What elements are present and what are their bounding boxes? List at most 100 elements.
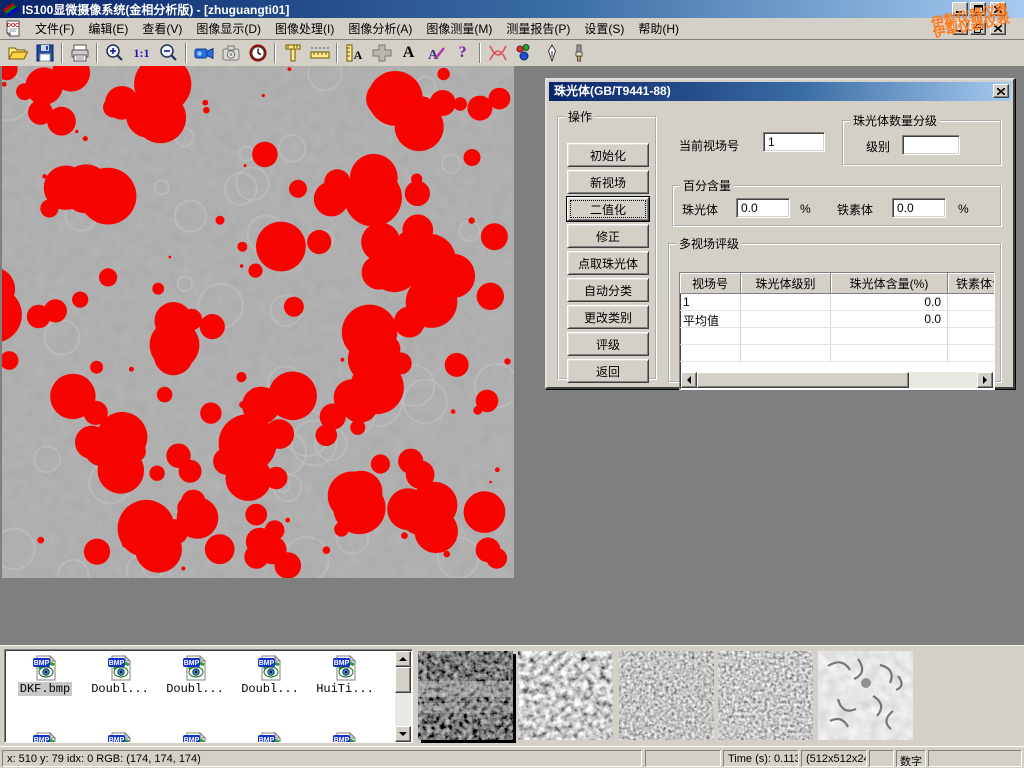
open-icon[interactable] — [4, 42, 31, 65]
thumbnail-2[interactable] — [518, 651, 613, 740]
bmp-file-icon — [32, 653, 58, 681]
toolbar-separator — [336, 43, 338, 63]
file-item[interactable]: Doubl... — [159, 653, 231, 696]
file-name[interactable]: DKF.bmp — [18, 682, 72, 696]
menu-help[interactable]: 帮助(H) — [631, 18, 686, 39]
scrollbar-thumb[interactable] — [395, 667, 411, 693]
menu-image-processing[interactable]: 图像处理(I) — [268, 18, 341, 39]
resolution-status: (512x512x24) — [801, 750, 867, 767]
initialize-button[interactable]: 初始化 — [567, 143, 649, 167]
thumbnail-5[interactable] — [818, 651, 913, 740]
menu-edit[interactable]: 编辑(E) — [81, 18, 135, 39]
ferrite-percent-input[interactable]: 0.0 — [892, 198, 946, 218]
print-icon[interactable] — [66, 42, 93, 65]
window-title: IS100显微摄像系统(金相分析版) - [zhuguangti01] — [22, 1, 289, 18]
file-browser[interactable]: DKF.bmp Doubl... Doubl... Doubl... HuiTi… — [4, 649, 413, 743]
file-item[interactable] — [159, 730, 231, 743]
timer-icon[interactable] — [244, 42, 271, 65]
bmp-file-icon — [332, 730, 358, 743]
file-item[interactable]: DKF.bmp — [9, 653, 81, 696]
correct-button[interactable]: 修正 — [567, 224, 649, 248]
scroll-left-button[interactable] — [681, 372, 697, 388]
pick-pearlite-button[interactable]: 点取珠光体 — [567, 251, 649, 275]
grade-button[interactable]: 评级 — [567, 332, 649, 356]
caliper-icon[interactable] — [279, 42, 306, 65]
file-item[interactable] — [234, 730, 306, 743]
actual-size-button[interactable]: 1:1 — [128, 42, 155, 65]
dialog-close-button[interactable] — [993, 84, 1009, 98]
file-item[interactable] — [9, 730, 81, 743]
text-icon[interactable]: A — [395, 42, 422, 65]
mdi-close-button[interactable] — [990, 22, 1006, 35]
operations-group: 操作 初始化 新视场 二值化 修正 点取珠光体 自动分类 更改类别 评级 返回 — [557, 108, 657, 380]
table-row[interactable]: 平均值 0.0 — [680, 311, 994, 328]
save-icon[interactable] — [31, 42, 58, 65]
menu-settings[interactable]: 设置(S) — [577, 18, 631, 39]
ruler-icon[interactable] — [306, 42, 333, 65]
menu-image-measure[interactable]: 图像测量(M) — [419, 18, 499, 39]
move-cross-icon[interactable] — [368, 42, 395, 65]
scrollbar-thumb[interactable] — [697, 372, 909, 388]
annotate-icon[interactable]: A — [422, 42, 449, 65]
menu-measure-report[interactable]: 测量报告(P) — [499, 18, 577, 39]
pen-icon[interactable] — [538, 42, 565, 65]
metallograph-image[interactable] — [2, 66, 514, 578]
change-class-button[interactable]: 更改类别 — [567, 305, 649, 329]
file-name[interactable]: Doubl... — [164, 682, 226, 696]
mdi-restore-button[interactable] — [970, 22, 986, 35]
video-camera-icon[interactable] — [190, 42, 217, 65]
file-item[interactable] — [309, 730, 381, 743]
camera-icon[interactable] — [217, 42, 244, 65]
help-icon[interactable]: ? — [449, 42, 476, 65]
toolbar-separator — [274, 43, 276, 63]
menu-image-display[interactable]: 图像显示(D) — [189, 18, 268, 39]
document-icon[interactable]: DOC — [4, 20, 22, 37]
rating-table[interactable]: 视场号 珠光体级别 珠光体含量(%) 铁素体含量(%) 1 0.0 平均值 — [679, 272, 995, 390]
zoom-in-icon[interactable] — [101, 42, 128, 65]
curve-tool-icon[interactable] — [484, 42, 511, 65]
thumbnail-4[interactable] — [718, 651, 813, 740]
status-empty-panel — [645, 750, 721, 767]
scroll-down-button[interactable] — [395, 726, 411, 742]
cursor-position-status: x: 510 y: 79 idx: 0 RGB: (174, 174, 174) — [2, 750, 642, 767]
level-input[interactable] — [902, 135, 960, 155]
file-list-scrollbar[interactable] — [395, 651, 411, 742]
table-row-empty — [680, 328, 994, 345]
file-name[interactable]: Doubl... — [89, 682, 151, 696]
new-field-button[interactable]: 新视场 — [567, 170, 649, 194]
file-item[interactable]: Doubl... — [234, 653, 306, 696]
color-classify-icon[interactable] — [511, 42, 538, 65]
cell-content: 0.0 — [831, 294, 948, 310]
thumbnail-1[interactable] — [418, 651, 513, 740]
table-row[interactable]: 1 0.0 — [680, 294, 994, 311]
pearlite-percent-input[interactable]: 0.0 — [736, 198, 790, 218]
thumbnail-3[interactable] — [619, 651, 714, 740]
file-name[interactable]: HuiTi... — [314, 682, 376, 696]
toolbar-separator — [61, 43, 63, 63]
current-field-input[interactable]: 1 — [763, 132, 825, 152]
binarize-button[interactable]: 二值化 — [567, 197, 649, 221]
scroll-up-button[interactable] — [395, 651, 411, 667]
brush-icon[interactable] — [565, 42, 592, 65]
menu-view[interactable]: 查看(V) — [135, 18, 189, 39]
file-item[interactable]: Doubl... — [84, 653, 156, 696]
file-item[interactable]: HuiTi... — [309, 653, 381, 696]
bmp-file-icon — [332, 653, 358, 681]
scroll-right-button[interactable] — [977, 372, 993, 388]
bottom-panel: DKF.bmp Doubl... Doubl... Doubl... HuiTi… — [0, 645, 1024, 746]
app-logo-icon — [2, 2, 18, 16]
bmp-file-icon — [257, 730, 283, 743]
file-name[interactable]: Doubl... — [239, 682, 301, 696]
operations-legend: 操作 — [565, 108, 595, 125]
measure-text-icon[interactable]: A — [341, 42, 368, 65]
dialog-title-bar[interactable]: 珠光体(GB/T9441-88) — [549, 82, 1011, 101]
file-item[interactable] — [84, 730, 156, 743]
table-horizontal-scrollbar[interactable] — [681, 372, 993, 388]
zoom-out-icon[interactable] — [155, 42, 182, 65]
return-button[interactable]: 返回 — [567, 359, 649, 383]
grading-legend: 珠光体数量分级 — [850, 112, 940, 129]
status-bar: x: 510 y: 79 idx: 0 RGB: (174, 174, 174)… — [0, 746, 1024, 768]
menu-file[interactable]: 文件(F) — [28, 18, 81, 39]
menu-image-analysis[interactable]: 图像分析(A) — [341, 18, 419, 39]
auto-classify-button[interactable]: 自动分类 — [567, 278, 649, 302]
